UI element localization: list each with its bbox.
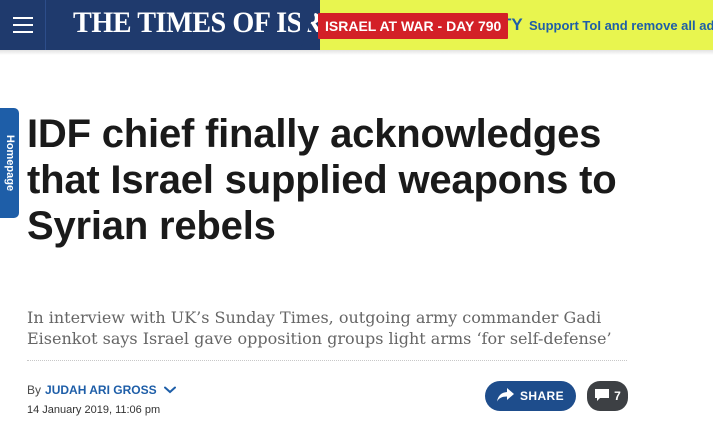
- support-remove-ads-link[interactable]: Support ToI and remove all ads: [529, 18, 713, 33]
- menu-icon-line: [12, 17, 33, 19]
- author-link[interactable]: JUDAH ARI GROSS: [45, 383, 157, 397]
- homepage-tab-label: Homepage: [3, 134, 16, 192]
- comment-icon: [594, 388, 610, 405]
- share-arrow-icon: [496, 387, 514, 405]
- war-day-badge[interactable]: ISRAEL AT WAR - DAY 790: [318, 13, 509, 39]
- menu-icon-line: [12, 31, 33, 33]
- header-shadow: [0, 50, 713, 55]
- publish-date: 14 January 2019, 11:06 pm: [27, 404, 161, 416]
- menu-button[interactable]: [0, 0, 46, 50]
- comments-button[interactable]: 7: [587, 381, 628, 411]
- comment-count: 7: [614, 389, 621, 403]
- byline-prefix: By: [27, 383, 42, 397]
- chevron-down-icon[interactable]: [163, 383, 176, 397]
- share-label: SHARE: [519, 389, 564, 403]
- homepage-tab[interactable]: Homepage: [0, 108, 19, 218]
- byline: By JUDAH ARI GROSS: [27, 383, 176, 397]
- site-header: THE TIMES OF ISRAEL NITY Support ToI and…: [0, 0, 713, 50]
- divider: [27, 360, 627, 361]
- share-button[interactable]: SHARE: [485, 381, 576, 411]
- article-subhead: In interview with UK’s Sunday Times, out…: [27, 308, 612, 348]
- article-headline: IDF chief finally acknowledges that Isra…: [27, 112, 617, 248]
- menu-icon-line: [12, 24, 33, 26]
